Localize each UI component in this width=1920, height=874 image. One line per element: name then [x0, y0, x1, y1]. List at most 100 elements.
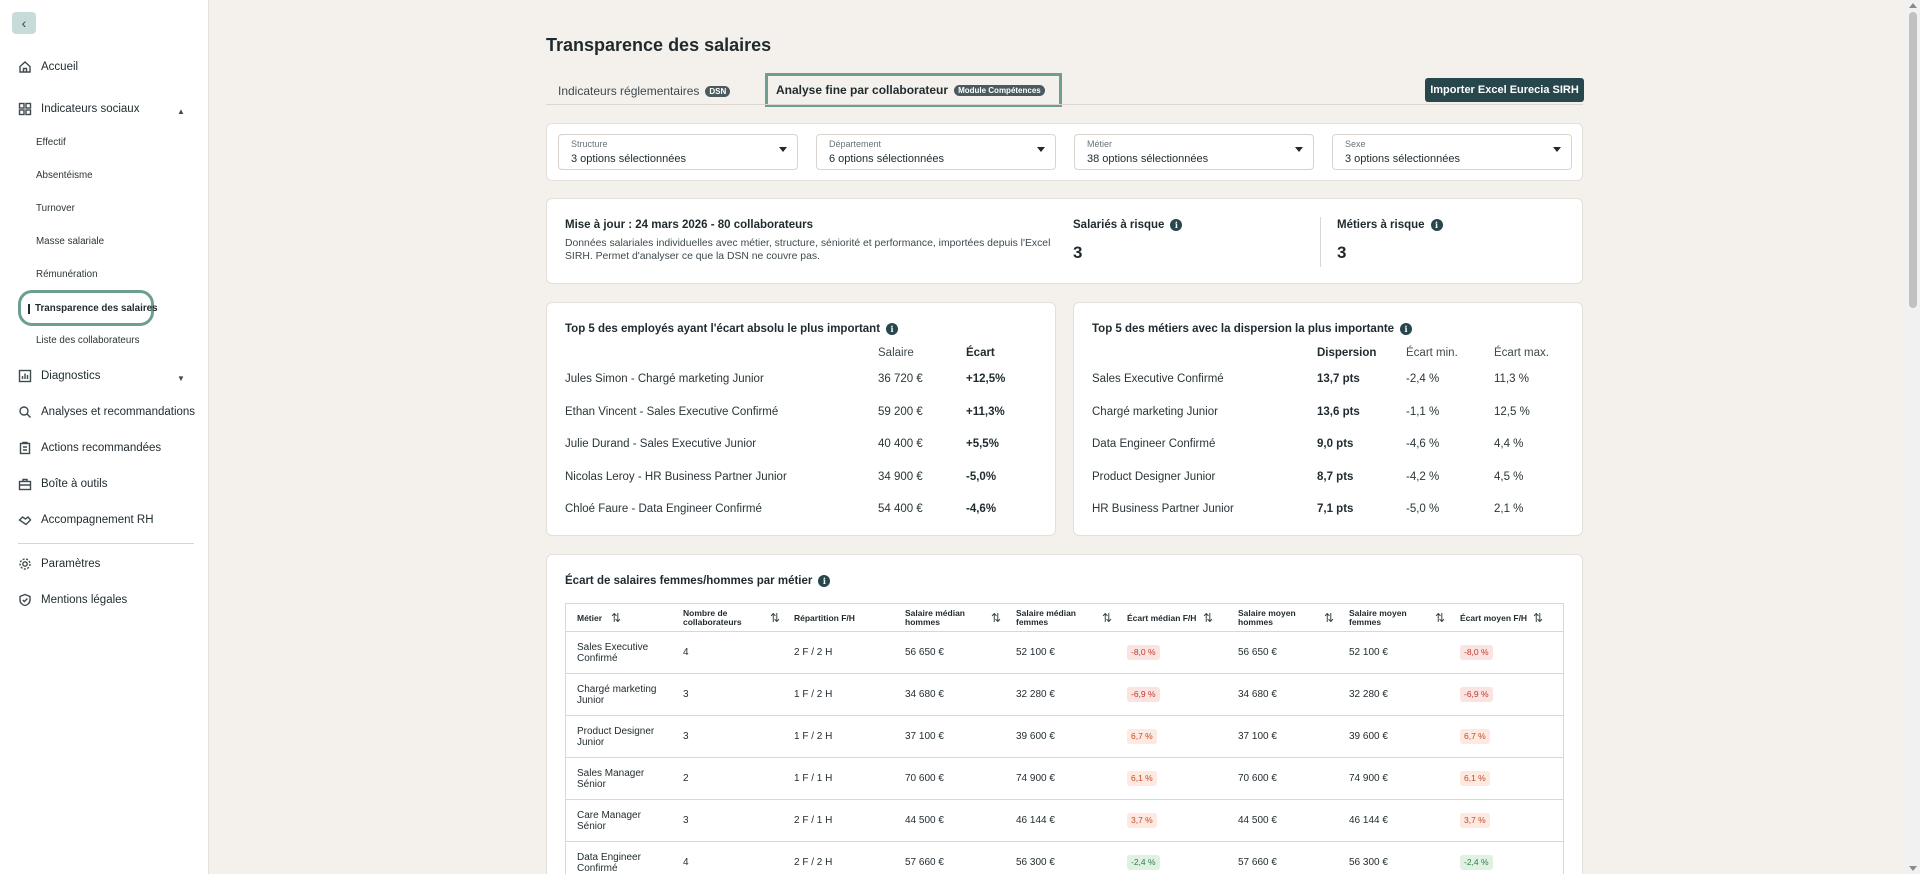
sort-icon[interactable]: ⇅	[1102, 611, 1112, 625]
cell-job: Chargé marketing Junior	[577, 683, 657, 706]
sidebar-divider	[18, 543, 194, 544]
info-icon[interactable]: i	[886, 323, 899, 335]
clipboard-icon	[18, 441, 32, 455]
nav-accompagnement[interactable]: Accompagnement RH	[18, 513, 154, 527]
sub-item-remuneration[interactable]: Rémunération	[36, 269, 98, 280]
sort-icon[interactable]: ⇅	[770, 611, 780, 625]
employee-salary: 36 720 €	[878, 373, 923, 385]
cell-avg-f: 46 144 €	[1349, 815, 1388, 826]
nav-mentions[interactable]: Mentions légales	[18, 593, 127, 607]
summary-card: Mise à jour : 24 mars 2026 - 80 collabor…	[546, 198, 1583, 284]
sort-icon[interactable]: ⇅	[1203, 611, 1213, 625]
th-moyen-hommes[interactable]: Salaire moyen hommes	[1238, 604, 1308, 632]
job-dispersion: 7,1 pts	[1317, 503, 1354, 515]
select-label: Département	[829, 139, 882, 149]
home-icon	[18, 60, 32, 74]
table-row: Sales Manager Sénior 2 1 F / 1 H 70 600 …	[565, 757, 1564, 799]
scroll-up-arrow[interactable]	[1909, 3, 1917, 8]
select-value: 3 options sélectionnées	[1345, 153, 1460, 165]
sexe-select[interactable]: Sexe 3 options sélectionnées	[1332, 134, 1572, 170]
employee-gap: -5,0%	[966, 471, 997, 483]
th-median-hommes[interactable]: Salaire médian hommes	[905, 604, 975, 632]
cell-median-h: 56 650 €	[905, 647, 944, 658]
departement-select[interactable]: Département 6 options sélectionnées	[816, 134, 1056, 170]
nav-boite-outils[interactable]: Boîte à outils	[18, 477, 107, 491]
tab-label: Indicateurs réglementaires	[558, 84, 700, 98]
job-dispersion: 9,0 pts	[1317, 438, 1354, 450]
job-dispersion: 13,6 pts	[1317, 406, 1360, 418]
job-name: Sales Executive Confirmé	[1092, 373, 1224, 385]
back-button[interactable]: ‹	[12, 12, 36, 34]
nav-diagnostics[interactable]: Diagnostics	[18, 369, 100, 383]
col-header-ecart-max: Écart max.	[1494, 347, 1549, 359]
nav-analyses[interactable]: Analyses et recommandations	[18, 405, 195, 419]
job-name: Chargé marketing Junior	[1092, 406, 1218, 418]
cell-split: 1 F / 2 H	[794, 689, 833, 700]
card-title-text: Écart de salaires femmes/hommes par méti…	[565, 575, 813, 587]
sort-icon[interactable]: ⇅	[991, 611, 1001, 625]
select-value: 38 options sélectionnées	[1087, 153, 1209, 165]
job-max: 4,4 %	[1494, 438, 1524, 450]
th-moyen-femmes[interactable]: Salaire moyen femmes	[1349, 604, 1419, 632]
nav-indicateurs-sociaux[interactable]: Indicateurs sociaux	[18, 102, 139, 116]
info-icon[interactable]: i	[1430, 219, 1443, 231]
cell-count: 3	[683, 689, 689, 700]
kpi-label-text: Métiers à risque	[1337, 219, 1425, 231]
cell-count: 3	[683, 731, 689, 742]
scrollbar-thumb[interactable]	[1909, 12, 1917, 308]
sub-item-effectif[interactable]: Effectif	[36, 137, 66, 148]
nav-parametres[interactable]: Paramètres	[18, 557, 100, 571]
kpi-metiers-risque-label: Métiers à risque i	[1337, 219, 1443, 231]
employee-gap: -4,6%	[966, 503, 997, 515]
sort-icon[interactable]: ⇅	[611, 611, 621, 625]
tab-indicateurs-reglementaires[interactable]: Indicateurs réglementaires DSN	[558, 84, 731, 98]
cell-avg-h: 57 660 €	[1238, 857, 1277, 868]
cell-count: 4	[683, 647, 689, 658]
nav-label: Accueil	[41, 61, 79, 73]
active-indicator	[28, 304, 30, 314]
gap-badge: -6,9 %	[1127, 687, 1160, 702]
kpi-metiers-risque-value: 3	[1337, 243, 1347, 262]
job-max: 2,1 %	[1494, 503, 1524, 515]
gap-badge: -6,9 %	[1460, 687, 1493, 702]
cell-count: 2	[683, 773, 689, 784]
nav-accueil[interactable]: Accueil	[18, 60, 78, 74]
scroll-down-arrow[interactable]	[1909, 866, 1917, 871]
gap-badge: 3,7 %	[1460, 813, 1490, 828]
import-excel-button[interactable]: Importer Excel Eurecia SIRH	[1425, 78, 1584, 102]
info-icon[interactable]: i	[1170, 219, 1183, 231]
th-ecart-median[interactable]: Écart médian F/H	[1127, 604, 1207, 632]
structure-select[interactable]: Structure 3 options sélectionnées	[558, 134, 798, 170]
info-icon[interactable]: i	[1400, 323, 1413, 335]
metier-select[interactable]: Métier 38 options sélectionnées	[1074, 134, 1314, 170]
chevron-up-icon[interactable]: ▲	[177, 107, 185, 116]
chevron-down-icon[interactable]: ▼	[177, 374, 185, 383]
th-median-femmes[interactable]: Salaire médian femmes	[1016, 604, 1086, 632]
th-repartition[interactable]: Répartition F/H	[794, 604, 884, 632]
cell-median-f: 56 300 €	[1016, 857, 1055, 868]
nav-actions[interactable]: Actions recommandées	[18, 441, 161, 455]
job-name: HR Business Partner Junior	[1092, 503, 1234, 515]
sort-icon[interactable]: ⇅	[1324, 611, 1334, 625]
grid-icon	[18, 102, 32, 116]
table-row: Sales Executive Confirmé 4 2 F / 2 H 56 …	[565, 631, 1564, 673]
th-ecart-moyen[interactable]: Écart moyen F/H	[1460, 604, 1540, 632]
info-icon[interactable]: i	[818, 575, 831, 587]
sort-icon[interactable]: ⇅	[1533, 611, 1543, 625]
cell-avg-f: 52 100 €	[1349, 647, 1388, 658]
cell-median-f: 46 144 €	[1016, 815, 1055, 826]
tab-analyse-fine[interactable]: Analyse fine par collaborateur Module Co…	[765, 73, 1062, 107]
sub-item-transparence-active[interactable]: Transparence des salaires	[18, 290, 158, 326]
sub-item-liste-collaborateurs[interactable]: Liste des collaborateurs	[36, 335, 139, 346]
sort-icon[interactable]: ⇅	[1435, 611, 1445, 625]
sub-item-turnover[interactable]: Turnover	[36, 203, 75, 214]
table-row: Care Manager Sénior 3 2 F / 1 H 44 500 €…	[565, 799, 1564, 841]
nav-label: Accompagnement RH	[41, 514, 154, 526]
caret-down-icon	[779, 147, 787, 152]
sub-item-absenteisme[interactable]: Absentéisme	[36, 170, 93, 181]
cell-count: 4	[683, 857, 689, 868]
cell-avg-f: 32 280 €	[1349, 689, 1388, 700]
th-nombre[interactable]: Nombre de collaborateurs	[683, 604, 753, 632]
gap-badge: 6,7 %	[1127, 729, 1157, 744]
sub-item-masse-salariale[interactable]: Masse salariale	[36, 236, 104, 247]
